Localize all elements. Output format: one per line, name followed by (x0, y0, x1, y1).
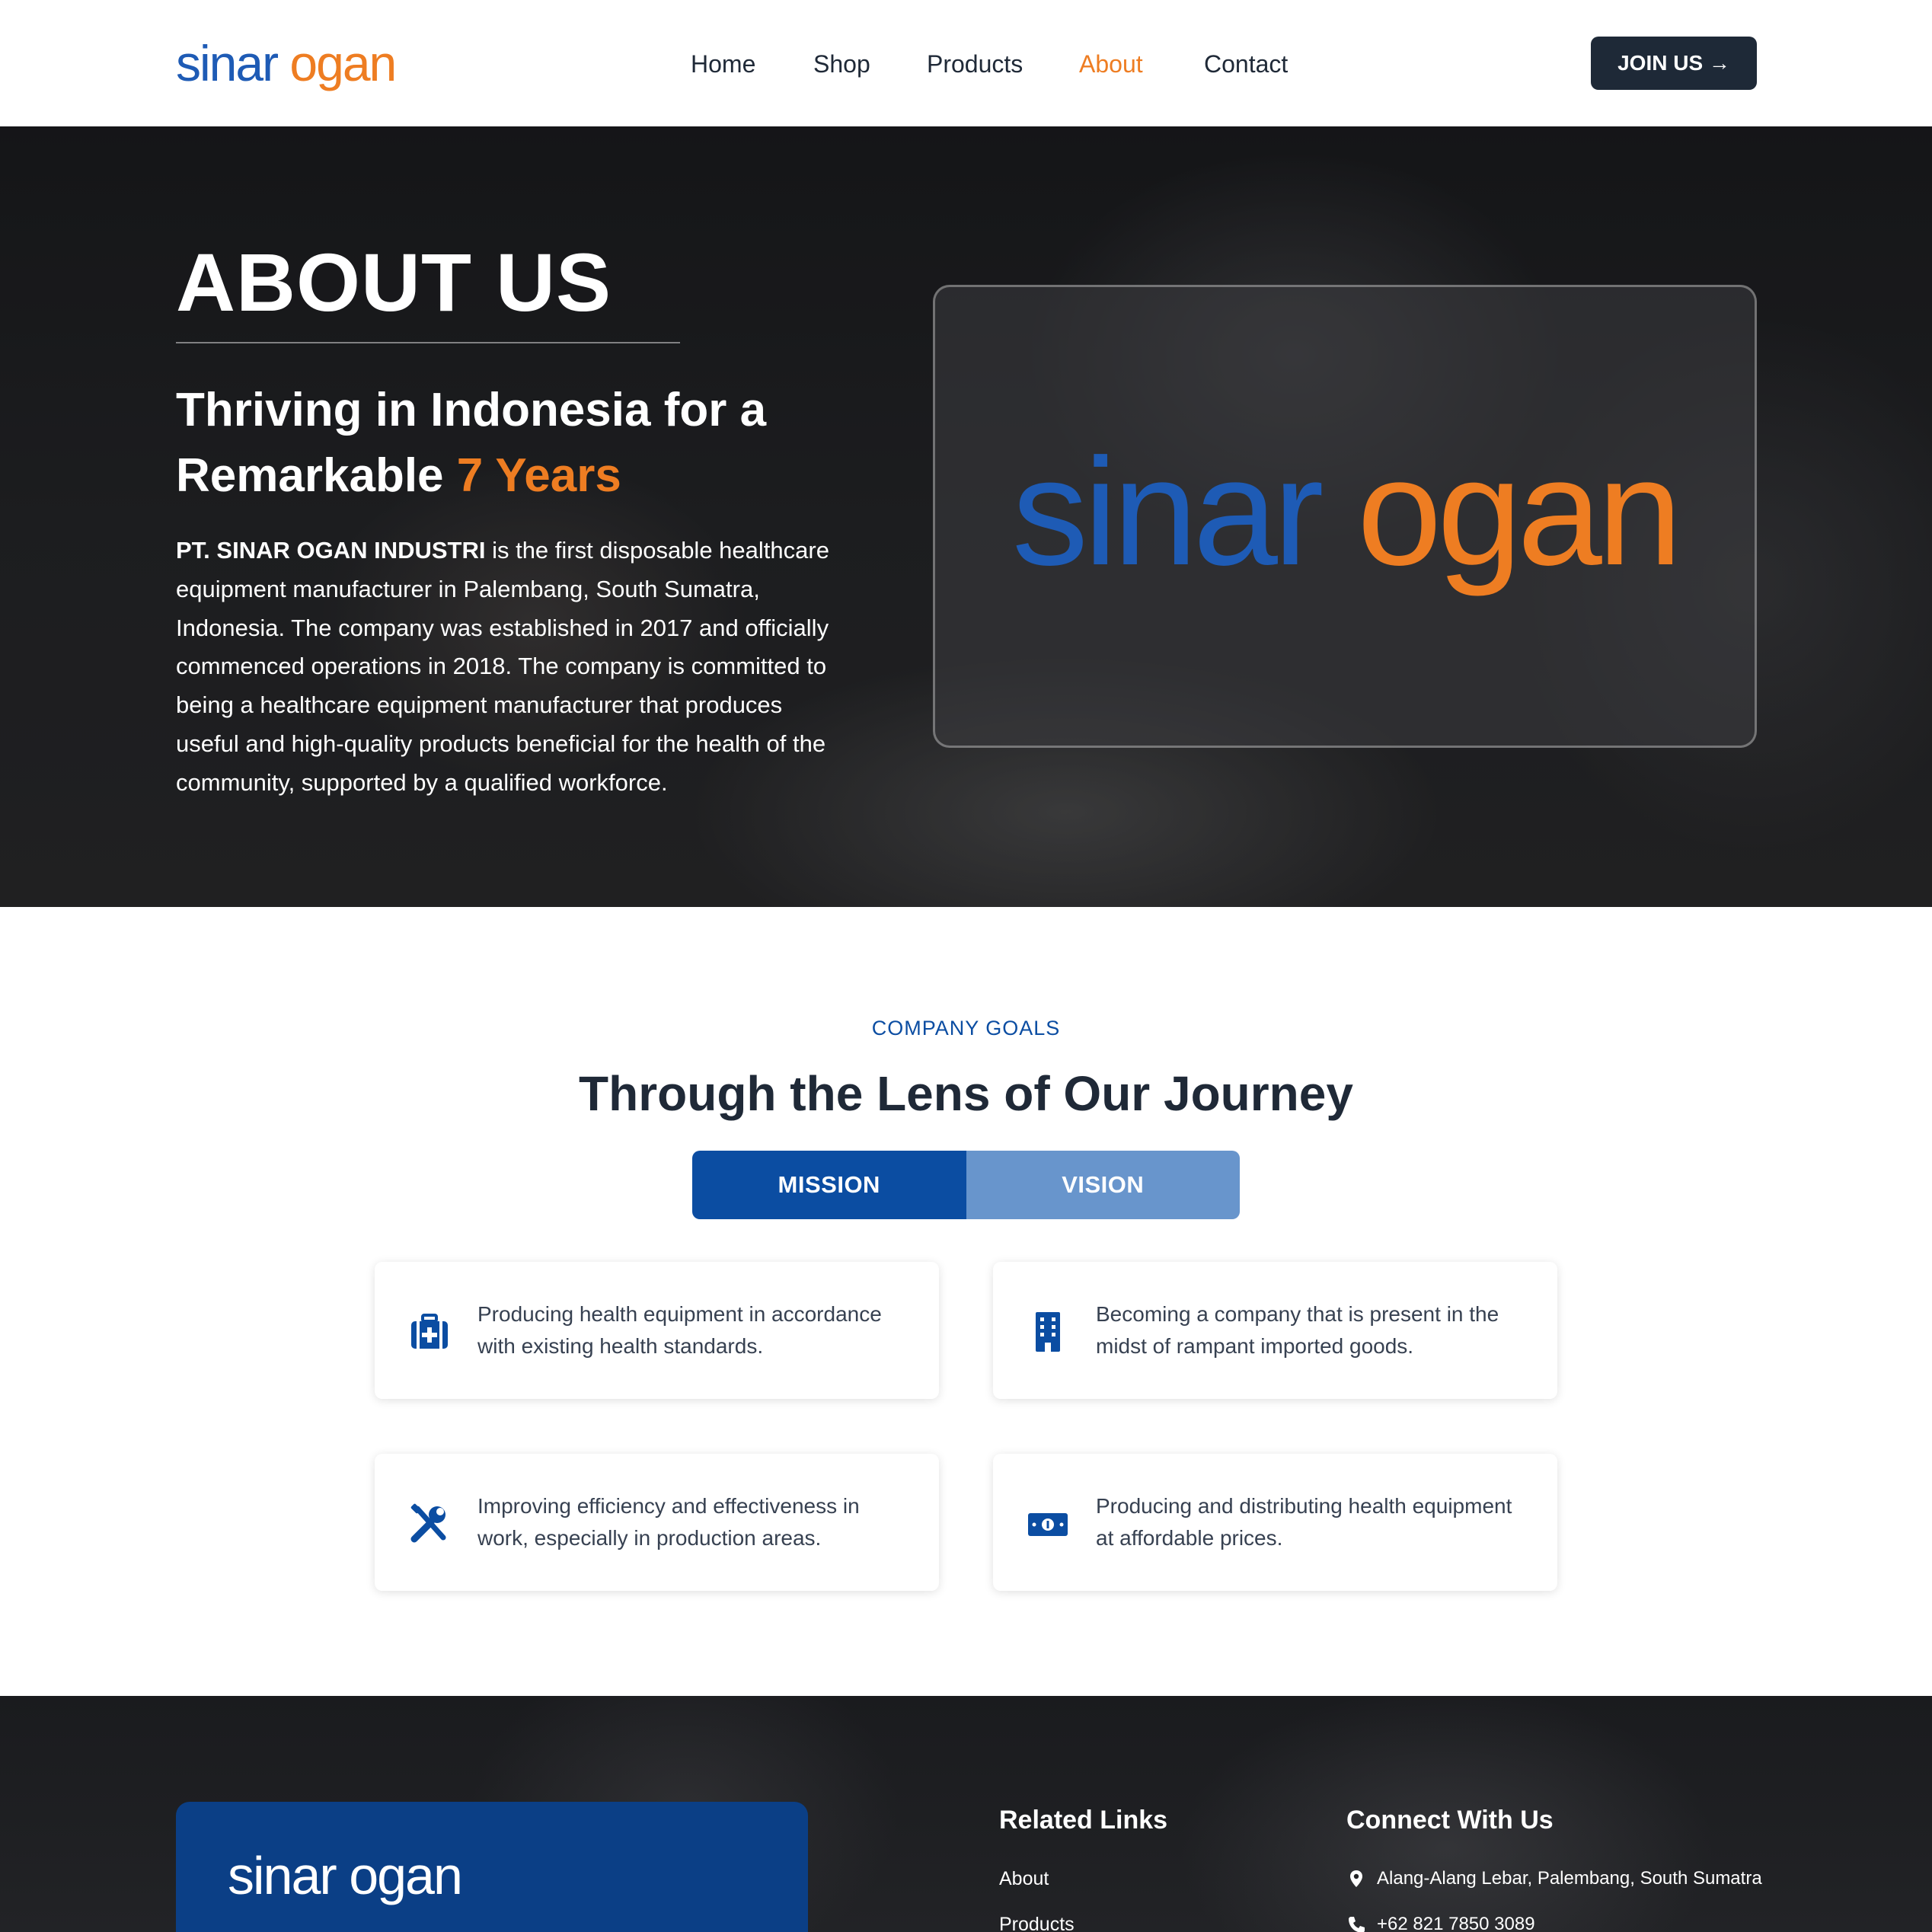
hero-description: PT. SINAR OGAN INDUSTRI is the first dis… (176, 532, 846, 803)
footer-logo-word-ogan: ogan (349, 1846, 463, 1905)
navbar: sinar ogan Home Shop Products About Cont… (0, 0, 1932, 126)
nav-link-home[interactable]: Home (691, 47, 755, 81)
company-name: PT. SINAR OGAN INDUSTRI (176, 537, 486, 564)
hero-brand-logo: sinar ogan (1012, 421, 1682, 604)
tools-icon (410, 1503, 446, 1543)
footer-brand-logo[interactable]: sinar ogan (228, 1841, 463, 1910)
map-pin-icon (1350, 1870, 1362, 1887)
join-us-button[interactable]: JOIN US → (1591, 37, 1757, 90)
section-title: Through the Lens of Our Journey (579, 1066, 1353, 1121)
contact-address: Alang-Alang Lebar, Palembang, South Suma… (1346, 1863, 1762, 1894)
hero-logo-word-sinar: sinar (1012, 427, 1324, 597)
goal-card: Producing and distributing health equipm… (993, 1454, 1557, 1591)
section-eyebrow: COMPANY GOALS (871, 1017, 1061, 1039)
company-description: is the first disposable healthcare equip… (176, 537, 829, 796)
goal-card: Producing health equipment in accordance… (375, 1262, 939, 1399)
goal-text: Producing and distributing health equipm… (1096, 1494, 1512, 1550)
hero-subtitle: Thriving in Indonesia for a Remarkable 7… (176, 378, 861, 509)
company-goals-section: COMPANY GOALS Through the Lens of Our Jo… (0, 907, 1932, 1696)
phone-icon (1349, 1917, 1365, 1932)
medical-kit-icon (411, 1314, 448, 1349)
page-title: ABOUT US (176, 236, 612, 328)
tab-mission[interactable]: MISSION (692, 1151, 966, 1219)
nav-link-contact[interactable]: Contact (1204, 47, 1288, 81)
goal-card: Becoming a company that is present in th… (993, 1262, 1557, 1399)
contact-phone[interactable]: +62 821 7850 3089 (1346, 1909, 1535, 1932)
about-hero: ABOUT US Thriving in Indonesia for a Rem… (0, 126, 1932, 907)
footer-link-products[interactable]: Products (999, 1909, 1075, 1932)
tab-vision[interactable]: VISION (966, 1151, 1240, 1219)
hero-subtitle-highlight: 7 Years (456, 449, 621, 502)
phone-text: +62 821 7850 3089 (1377, 1914, 1535, 1932)
goal-text: Producing health equipment in accordance… (477, 1302, 882, 1358)
footer-brand-card: sinar ogan (176, 1802, 808, 1932)
site-footer: sinar ogan Related Links About Products … (0, 1696, 1932, 1932)
address-text: Alang-Alang Lebar, Palembang, South Suma… (1377, 1868, 1762, 1889)
goals-tabs: MISSION VISION (692, 1151, 1240, 1219)
goal-text: Becoming a company that is present in th… (1096, 1302, 1499, 1358)
hero-logo-card: sinar ogan (933, 285, 1757, 748)
goal-text: Improving efficiency and effectiveness i… (477, 1494, 860, 1550)
goal-card: Improving efficiency and effectiveness i… (375, 1454, 939, 1591)
footer-logo-word-sinar: sinar (228, 1846, 337, 1905)
money-bill-icon (1028, 1513, 1068, 1536)
related-links-heading: Related Links (999, 1806, 1168, 1835)
building-icon (1036, 1312, 1060, 1352)
hero-logo-word-ogan: ogan (1357, 427, 1682, 597)
nav-link-about[interactable]: About (1079, 47, 1143, 81)
nav-link-shop[interactable]: Shop (813, 47, 870, 81)
footer-link-about[interactable]: About (999, 1863, 1049, 1894)
connect-heading: Connect With Us (1346, 1806, 1554, 1835)
nav-link-products[interactable]: Products (927, 47, 1023, 81)
hero-divider (176, 342, 680, 343)
